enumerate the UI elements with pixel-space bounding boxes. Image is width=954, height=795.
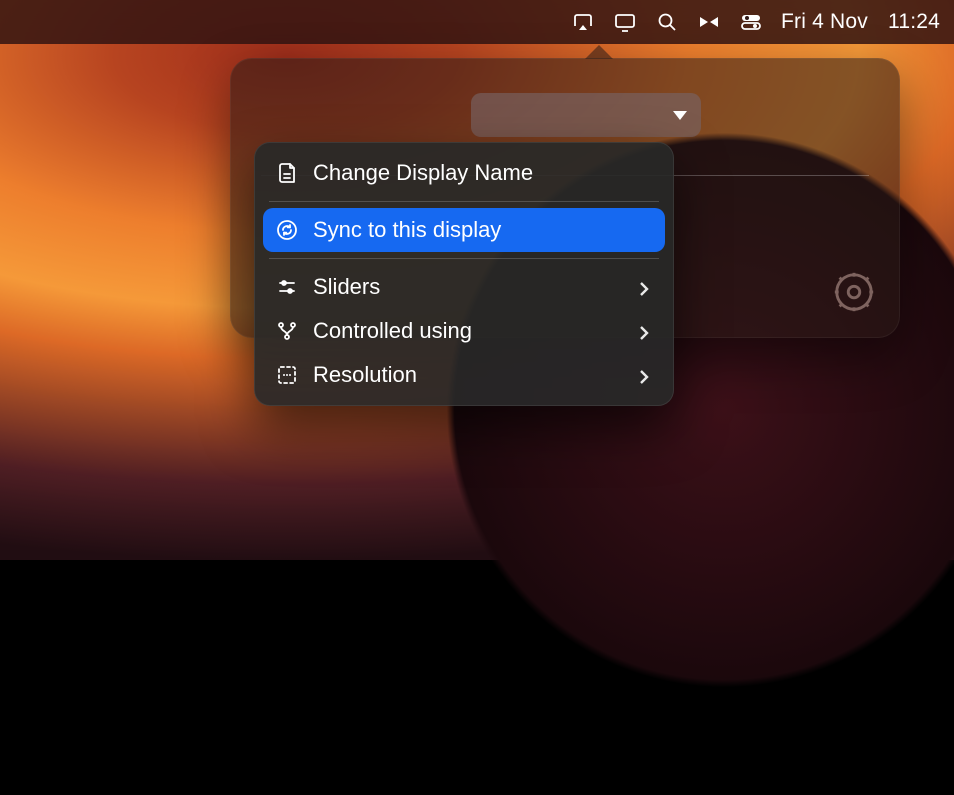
gear-icon[interactable] [831, 269, 877, 315]
graph-icon [275, 319, 299, 343]
chevron-right-icon [635, 322, 653, 340]
resolution-icon [275, 363, 299, 387]
control-center-icon[interactable] [737, 8, 765, 36]
menu-item-label: Change Display Name [313, 160, 653, 186]
menu-item-label: Resolution [313, 362, 621, 388]
bowtie-icon[interactable] [695, 8, 723, 36]
context-menu: Change Display Name Sync to this display… [254, 142, 674, 406]
dropdown-arrow-icon [673, 111, 687, 120]
menu-separator [269, 258, 659, 259]
menu-item-label: Sliders [313, 274, 621, 300]
sync-icon [275, 218, 299, 242]
popover-arrow [585, 45, 613, 59]
menubar-time[interactable]: 11:24 [888, 10, 940, 34]
search-icon[interactable] [653, 8, 681, 36]
document-icon [275, 161, 299, 185]
sliders-icon [275, 275, 299, 299]
chevron-right-icon [635, 366, 653, 384]
menubar: Fri 4 Nov 11:24 [0, 0, 954, 44]
menu-item-change-display-name[interactable]: Change Display Name [263, 151, 665, 195]
airplay-icon[interactable] [569, 8, 597, 36]
menu-item-sliders[interactable]: Sliders [263, 265, 665, 309]
chevron-right-icon [635, 278, 653, 296]
menu-item-label: Controlled using [313, 318, 621, 344]
menu-item-sync-to-this-display[interactable]: Sync to this display [263, 208, 665, 252]
menu-separator [269, 201, 659, 202]
menu-item-resolution[interactable]: Resolution [263, 353, 665, 397]
display-selector[interactable] [471, 93, 701, 137]
menubar-date[interactable]: Fri 4 Nov [781, 10, 868, 34]
menu-item-controlled-using[interactable]: Controlled using [263, 309, 665, 353]
display-icon[interactable] [611, 8, 639, 36]
menu-item-label: Sync to this display [313, 217, 653, 243]
